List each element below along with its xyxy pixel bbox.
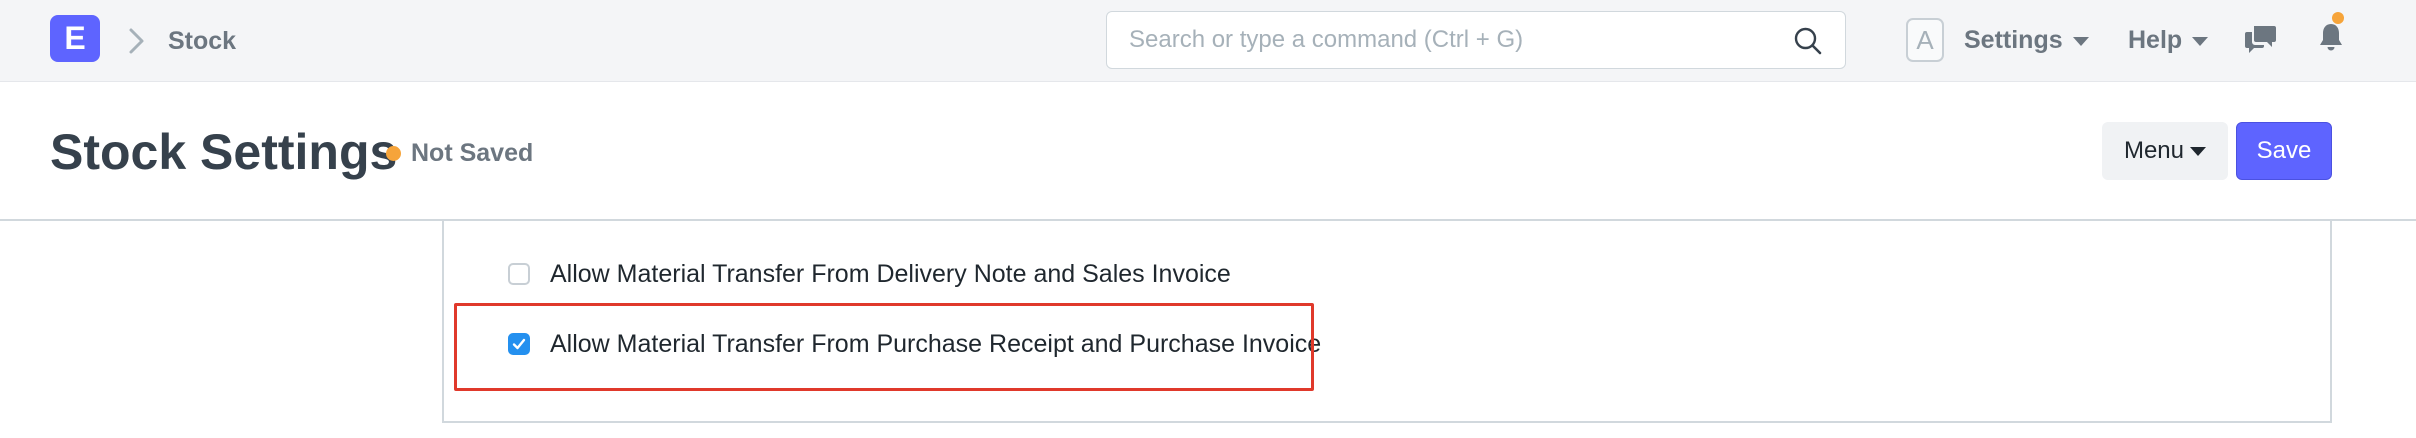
search-input[interactable]: [1127, 12, 1767, 68]
search-icon[interactable]: [1793, 26, 1823, 56]
menu-button-label: Menu: [2123, 137, 2185, 164]
breadcrumb-stock[interactable]: Stock: [168, 26, 236, 56]
help-dropdown-label: Help: [2128, 26, 2183, 54]
status-indicator: Not Saved: [386, 139, 533, 169]
caret-down-icon: [2192, 36, 2209, 46]
bell-icon[interactable]: [2318, 20, 2344, 54]
app-logo[interactable]: E: [50, 15, 100, 62]
chat-icon[interactable]: [2244, 22, 2278, 56]
caret-down-icon: [2190, 147, 2207, 157]
menu-button[interactable]: Menu: [2102, 122, 2228, 180]
status-dot: [386, 146, 401, 161]
form-section: Allow Material Transfer From Delivery No…: [442, 221, 2332, 423]
page-head: Stock Settings Not Saved Menu Save: [0, 82, 2416, 221]
save-button[interactable]: Save: [2236, 122, 2332, 180]
status-text: Not Saved: [411, 139, 534, 167]
checkmark-icon: [512, 338, 526, 350]
chevron-right-icon: [129, 28, 144, 54]
help-dropdown[interactable]: Help: [2128, 24, 2209, 56]
settings-dropdown-label: Settings: [1964, 26, 2063, 54]
navbar: E Stock A Settings Help: [0, 0, 2416, 82]
caret-down-icon: [2072, 36, 2089, 46]
avatar[interactable]: A: [1906, 18, 1944, 62]
settings-dropdown[interactable]: Settings: [1964, 24, 2089, 56]
page-title: Stock Settings: [50, 124, 398, 180]
notification-dot: [2332, 12, 2344, 24]
checkbox-label: Allow Material Transfer From Delivery No…: [550, 260, 1231, 288]
checkbox-unchecked[interactable]: [508, 263, 530, 285]
search-bar[interactable]: [1106, 11, 1846, 69]
checkbox-label: Allow Material Transfer From Purchase Re…: [550, 330, 1322, 358]
checkbox-checked[interactable]: [508, 333, 530, 355]
